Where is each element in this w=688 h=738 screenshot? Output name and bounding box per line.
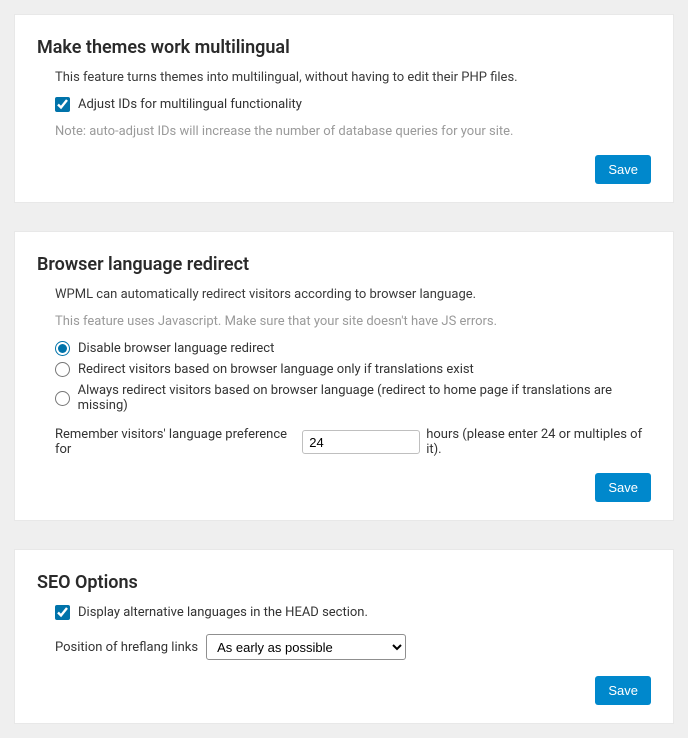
alt-lang-label[interactable]: Display alternative languages in the HEA…	[78, 605, 368, 620]
redirect-panel: Browser language redirect WPML can autom…	[14, 231, 674, 521]
remember-hours-input[interactable]	[302, 430, 420, 454]
redirect-option-label-2[interactable]: Always redirect visitors based on browse…	[78, 383, 651, 413]
redirect-description: WPML can automatically redirect visitors…	[55, 287, 651, 302]
redirect-option-radio-2[interactable]	[55, 391, 70, 406]
seo-panel: SEO Options Display alternative language…	[14, 549, 674, 724]
hreflang-select[interactable]: As early as possible	[206, 634, 406, 660]
redirect-option-row-0: Disable browser language redirect	[55, 341, 651, 356]
seo-heading: SEO Options	[37, 572, 651, 593]
themes-save-button[interactable]: Save	[595, 155, 651, 184]
remember-suffix: hours (please enter 24 or multiples of i…	[426, 427, 651, 457]
themes-description: This feature turns themes into multiling…	[55, 70, 651, 85]
adjust-ids-row: Adjust IDs for multilingual functionalit…	[55, 97, 651, 112]
redirect-save-button[interactable]: Save	[595, 473, 651, 502]
redirect-heading: Browser language redirect	[37, 254, 651, 275]
adjust-ids-checkbox[interactable]	[55, 97, 70, 112]
redirect-option-label-1[interactable]: Redirect visitors based on browser langu…	[78, 362, 474, 377]
redirect-option-row-2: Always redirect visitors based on browse…	[55, 383, 651, 413]
redirect-option-radio-0[interactable]	[55, 341, 70, 356]
remember-row: Remember visitors' language preference f…	[55, 427, 651, 457]
themes-note: Note: auto-adjust IDs will increase the …	[55, 124, 651, 139]
hreflang-label: Position of hreflang links	[55, 640, 198, 655]
redirect-note: This feature uses Javascript. Make sure …	[55, 314, 651, 329]
redirect-option-row-1: Redirect visitors based on browser langu…	[55, 362, 651, 377]
remember-prefix: Remember visitors' language preference f…	[55, 427, 296, 457]
adjust-ids-label[interactable]: Adjust IDs for multilingual functionalit…	[78, 97, 302, 112]
themes-panel: Make themes work multilingual This featu…	[14, 14, 674, 203]
redirect-option-radio-1[interactable]	[55, 362, 70, 377]
hreflang-row: Position of hreflang links As early as p…	[55, 634, 651, 660]
seo-save-button[interactable]: Save	[595, 676, 651, 705]
alt-lang-row: Display alternative languages in the HEA…	[55, 605, 651, 620]
themes-heading: Make themes work multilingual	[37, 37, 651, 58]
redirect-save-row: Save	[37, 473, 651, 502]
redirect-option-label-0[interactable]: Disable browser language redirect	[78, 341, 274, 356]
themes-save-row: Save	[37, 155, 651, 184]
seo-save-row: Save	[37, 676, 651, 705]
alt-lang-checkbox[interactable]	[55, 605, 70, 620]
